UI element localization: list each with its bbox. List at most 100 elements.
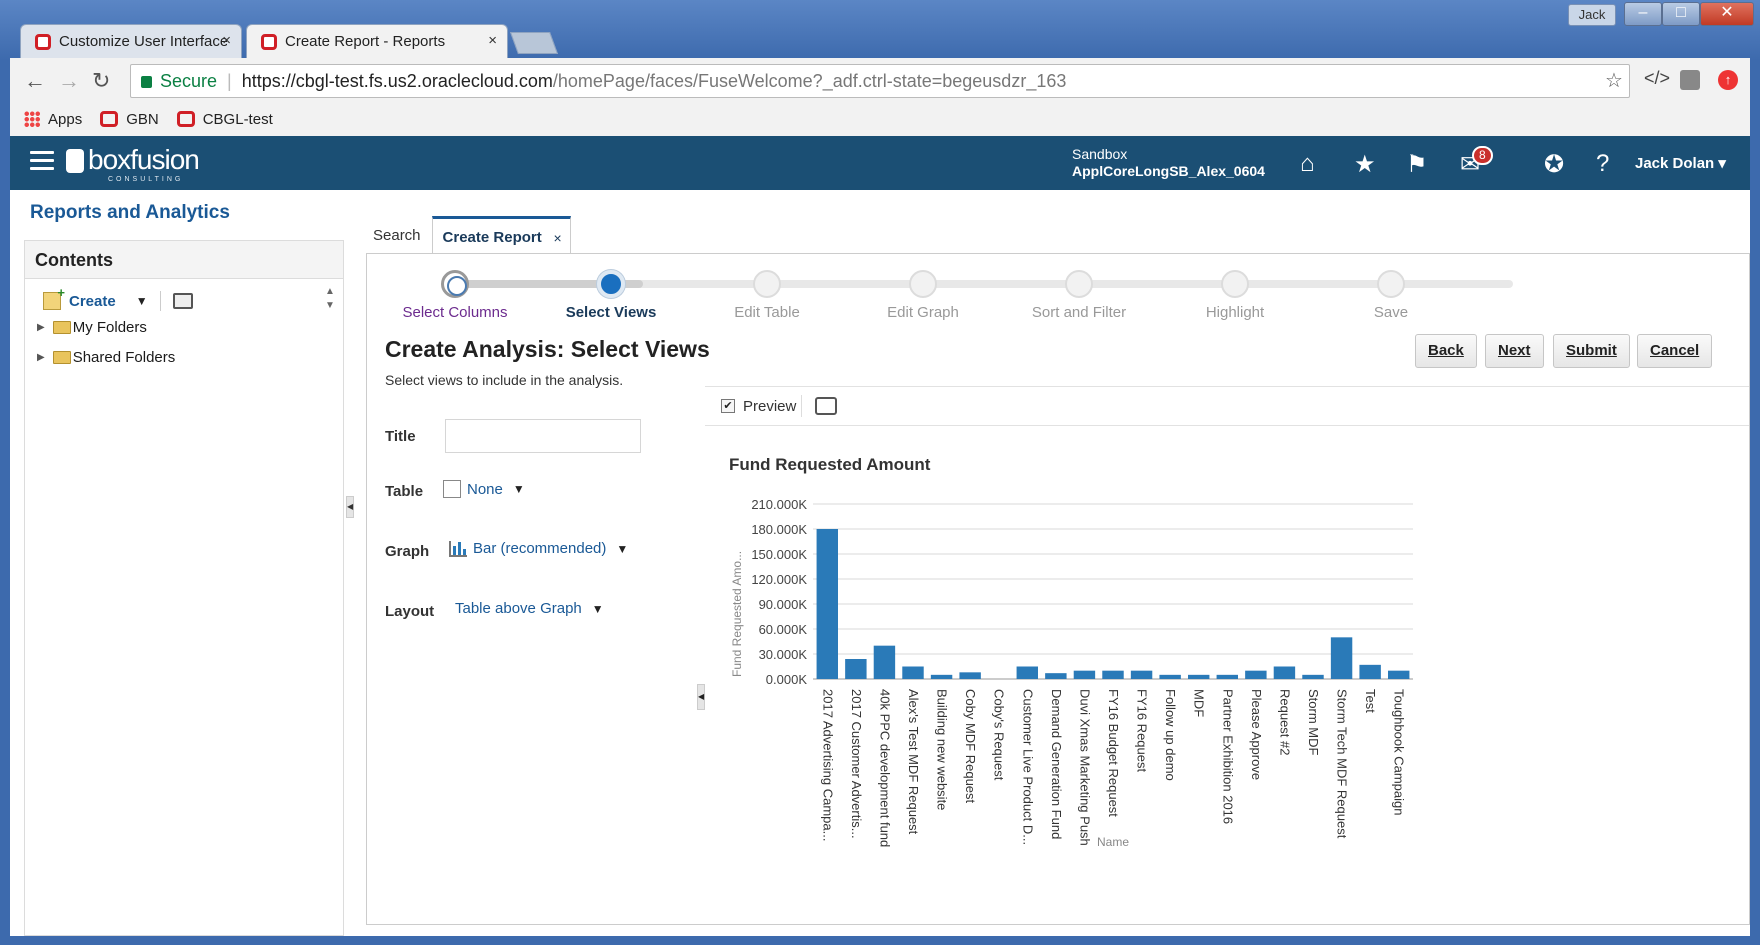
bar[interactable] — [902, 666, 924, 680]
graph-select[interactable]: Bar (recommended) ▼ — [449, 540, 628, 557]
tab-close-icon[interactable]: × — [554, 230, 562, 246]
bar[interactable] — [1073, 670, 1096, 679]
chevron-down-icon[interactable]: ▼ — [592, 602, 604, 616]
submit-button[interactable]: Submit — [1553, 334, 1630, 368]
page-title: Reports and Analytics — [30, 202, 230, 223]
train-stop-sort-and-filter[interactable] — [1065, 270, 1093, 298]
train-stop-edit-graph[interactable] — [909, 270, 937, 298]
binoculars-icon[interactable] — [815, 397, 837, 415]
bar[interactable] — [1016, 666, 1038, 680]
catalog-book-icon[interactable] — [172, 293, 193, 309]
bar[interactable] — [1130, 670, 1153, 679]
train-stop-select-columns[interactable] — [441, 270, 469, 298]
bar[interactable] — [873, 645, 896, 679]
preview-collapse-handle[interactable]: ◀ — [697, 684, 705, 710]
bar[interactable] — [816, 529, 838, 679]
create-button[interactable]: Create — [69, 293, 116, 310]
sandbox-indicator[interactable]: Sandbox ApplCoreLongSB_Alex_0604 — [1072, 146, 1265, 180]
table-value: None — [467, 480, 503, 498]
train-step-label[interactable]: Select Columns — [375, 304, 535, 321]
forward-arrow-icon[interactable]: → — [58, 68, 80, 94]
train-stop-select-views[interactable] — [597, 270, 625, 298]
train-stop-highlight[interactable] — [1221, 270, 1249, 298]
chevron-down-icon[interactable]: ▼ — [616, 542, 628, 556]
train-step-label[interactable]: Edit Graph — [843, 304, 1003, 321]
bar[interactable] — [1359, 664, 1381, 679]
reload-icon[interactable]: ↻ — [92, 68, 110, 94]
bar[interactable] — [1330, 637, 1353, 679]
favorites-star-icon[interactable]: ★ — [1354, 150, 1376, 179]
watchlist-flag-icon[interactable]: ⚑ — [1406, 150, 1428, 179]
next-button[interactable]: Next — [1485, 334, 1544, 368]
bar[interactable] — [959, 672, 981, 679]
code-extension-icon[interactable]: </> — [1644, 68, 1670, 89]
tab-close-icon[interactable]: × — [488, 32, 497, 49]
bookmark-star-icon[interactable]: ☆ — [1605, 68, 1623, 93]
bar[interactable] — [1216, 674, 1238, 679]
back-arrow-icon[interactable]: ← — [24, 68, 46, 94]
bar[interactable] — [845, 659, 867, 679]
bar[interactable] — [1388, 670, 1410, 679]
browser-tab-customize-ui[interactable]: Customize User Interface × — [20, 24, 242, 58]
extension-icon[interactable] — [1680, 70, 1700, 90]
bar[interactable] — [1102, 670, 1124, 679]
train-step-label[interactable]: Highlight — [1155, 304, 1315, 321]
tree-item-label: My Folders — [72, 319, 147, 336]
bar[interactable] — [1273, 666, 1296, 680]
expand-icon[interactable]: ▶ — [37, 352, 45, 363]
train-step-label[interactable]: Sort and Filter — [999, 304, 1159, 321]
preview-checkbox[interactable]: ✔ — [721, 399, 735, 413]
bar[interactable] — [1045, 673, 1067, 679]
bar[interactable] — [1302, 674, 1324, 679]
oracle-icon — [100, 111, 119, 127]
back-button[interactable]: Back — [1415, 334, 1477, 368]
chevron-down-icon[interactable]: ▼ — [513, 482, 525, 496]
upload-extension-icon[interactable]: ↑ — [1718, 70, 1738, 90]
train-stop-edit-table[interactable] — [753, 270, 781, 298]
address-bar[interactable]: Secure | https://cbgl-test.fs.us2.oraclecl… — [130, 64, 1630, 98]
bar[interactable] — [1159, 674, 1181, 679]
train-step-label[interactable]: Save — [1311, 304, 1471, 321]
accessibility-icon[interactable]: ✪ — [1544, 150, 1564, 179]
hamburger-menu-icon[interactable] — [30, 151, 54, 171]
y-tick-label: 0.000K — [766, 672, 808, 687]
sandbox-name: ApplCoreLongSB_Alex_0604 — [1072, 163, 1265, 179]
train-step-label[interactable]: Edit Table — [687, 304, 847, 321]
tab-label: Create Report — [442, 229, 542, 246]
notification-count-badge: 8 — [1472, 146, 1493, 165]
help-icon[interactable]: ? — [1596, 150, 1609, 178]
bar[interactable] — [930, 674, 953, 679]
tree-item-shared-folders[interactable]: ▶ Shared Folders — [37, 349, 175, 366]
new-tab-button[interactable] — [509, 32, 559, 54]
browser-tab-create-report[interactable]: Create Report - Reports × — [246, 24, 508, 58]
bar[interactable] — [1188, 674, 1210, 679]
train-stop-save[interactable] — [1377, 270, 1405, 298]
maximize-button[interactable]: □ — [1662, 2, 1700, 26]
cancel-button[interactable]: Cancel — [1637, 334, 1713, 368]
tab-search[interactable]: Search — [362, 216, 432, 254]
tree-scroll-arrows[interactable]: ▲ ▼ — [325, 285, 335, 313]
layout-select[interactable]: Table above Graph ▼ — [455, 600, 604, 617]
panel-collapse-handle[interactable]: ◀ — [346, 496, 354, 518]
create-dropdown-icon[interactable]: ▼ — [136, 294, 148, 308]
bookmark-gbn[interactable]: GBN — [100, 111, 159, 128]
y-tick-label: 90.000K — [759, 597, 808, 612]
tab-create-report[interactable]: Create Report × — [431, 216, 571, 254]
bar[interactable] — [1245, 670, 1267, 679]
close-window-button[interactable]: ✕ — [1700, 2, 1754, 26]
expand-icon[interactable]: ▶ — [37, 322, 45, 333]
x-tick-label: Storm MDF — [1306, 689, 1321, 756]
bookmark-cbgl-test[interactable]: CBGL-test — [176, 111, 273, 128]
title-input[interactable] — [445, 419, 641, 453]
minimize-button[interactable]: – — [1624, 2, 1662, 26]
train-step-label[interactable]: Select Views — [531, 304, 691, 321]
preview-toolbar: ✔ Preview — [705, 386, 1749, 426]
home-icon[interactable]: ⌂ — [1300, 150, 1315, 178]
window-user-button[interactable]: Jack — [1568, 4, 1616, 26]
company-logo[interactable]: boxfusion CONSULTING — [66, 144, 200, 183]
table-select[interactable]: None ▼ — [443, 480, 525, 498]
tab-close-icon[interactable]: × — [222, 32, 231, 49]
tree-item-my-folders[interactable]: ▶ My Folders — [37, 319, 147, 336]
user-menu[interactable]: Jack Dolan ▾ — [1635, 154, 1726, 172]
bookmark-apps[interactable]: Apps — [24, 111, 82, 128]
